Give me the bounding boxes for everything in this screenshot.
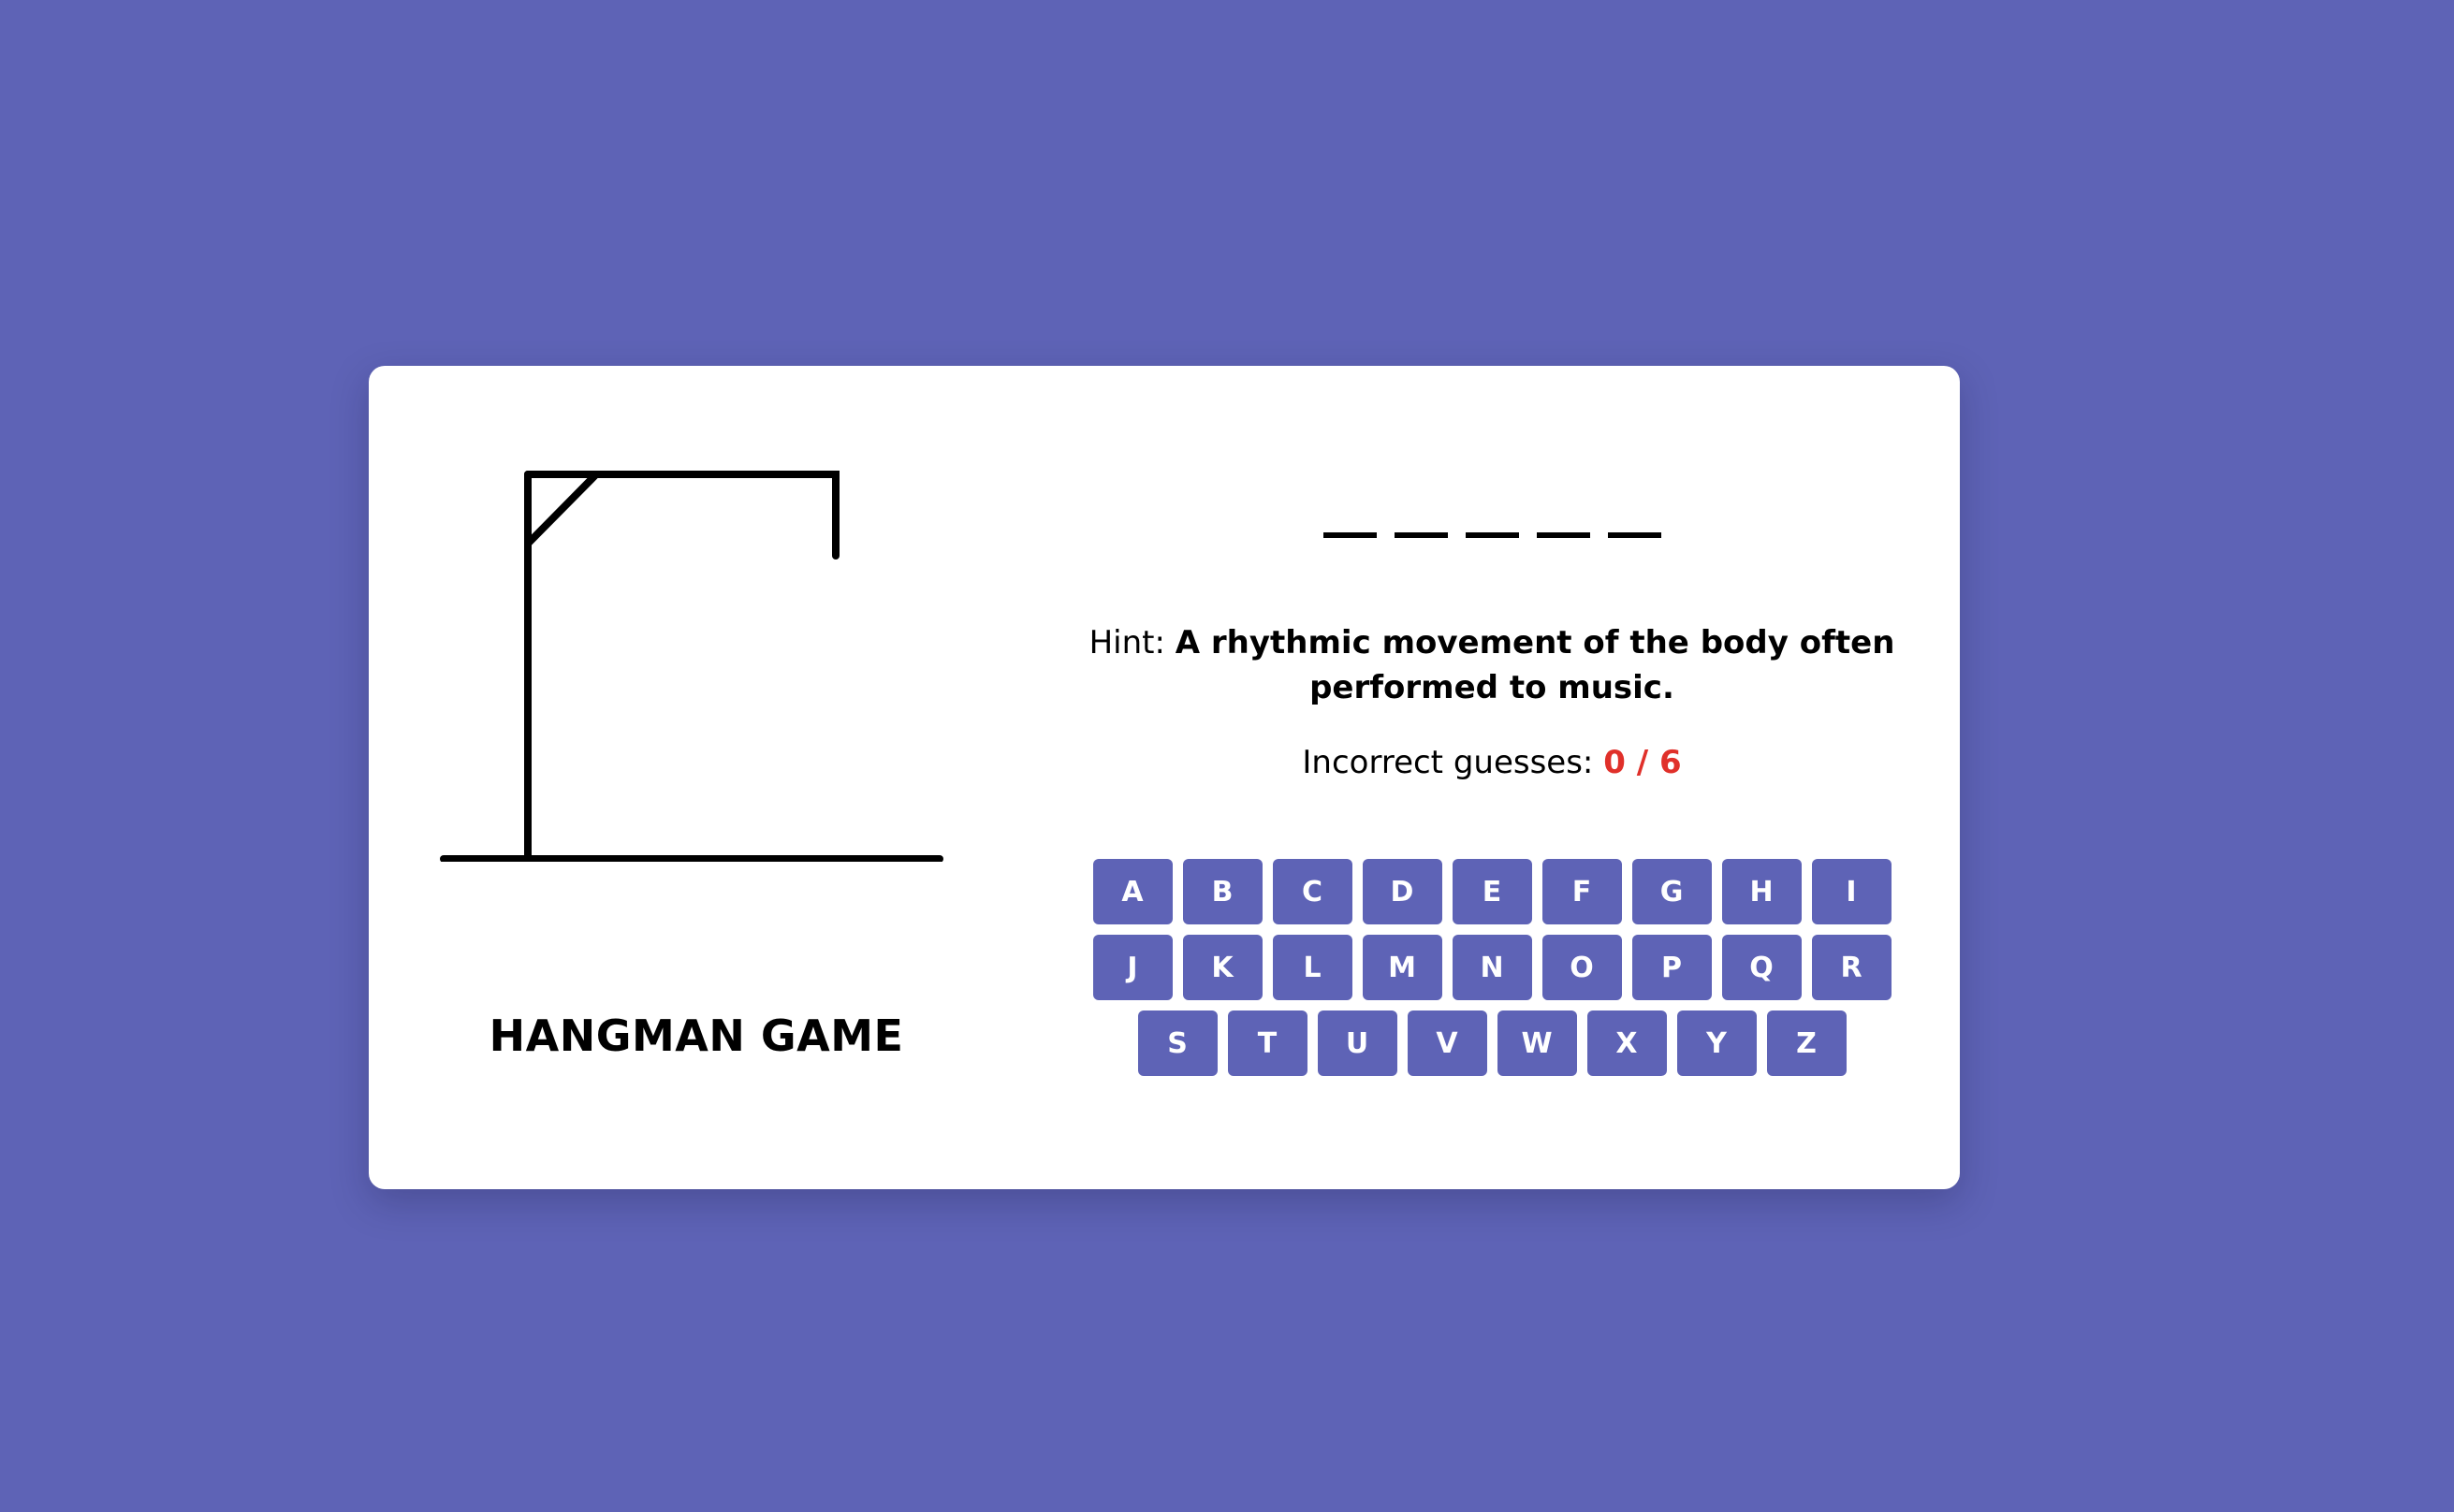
game-title: HANGMAN GAME — [489, 1010, 904, 1061]
letter-key-b[interactable]: B — [1182, 859, 1263, 924]
letter-key-z[interactable]: Z — [1766, 1010, 1847, 1076]
letter-key-h[interactable]: H — [1721, 859, 1802, 924]
letter-key-x[interactable]: X — [1586, 1010, 1667, 1076]
letter-key-t[interactable]: T — [1227, 1010, 1307, 1076]
hangman-gallows-drawing — [440, 471, 943, 862]
letter-keyboard: ABCDEFGHI JKLMNOPQR STUVWXYZ — [1080, 859, 1904, 1076]
keyboard-row: JKLMNOPQR — [1092, 935, 1892, 1000]
incorrect-guesses-count: 0 / 6 — [1603, 744, 1682, 781]
letter-key-p[interactable]: P — [1631, 935, 1712, 1000]
hint-value: A rhythmic movement of the body often pe… — [1175, 624, 1895, 706]
letter-key-v[interactable]: V — [1407, 1010, 1487, 1076]
letter-key-o[interactable]: O — [1541, 935, 1622, 1000]
letter-key-l[interactable]: L — [1272, 935, 1352, 1000]
letter-key-i[interactable]: I — [1811, 859, 1892, 924]
game-panel: Hint: A rhythmic movement of the body of… — [1080, 366, 1904, 1189]
letter-key-f[interactable]: F — [1541, 859, 1622, 924]
letter-key-j[interactable]: J — [1092, 935, 1173, 1000]
letter-key-w[interactable]: W — [1497, 1010, 1577, 1076]
game-card: HANGMAN GAME Hint: A rhythmic movement o… — [369, 366, 1960, 1189]
gallows-beam — [524, 471, 840, 560]
letter-blank — [1394, 532, 1448, 538]
letter-key-s[interactable]: S — [1137, 1010, 1218, 1076]
letter-key-a[interactable]: A — [1092, 859, 1173, 924]
letter-blank — [1465, 532, 1519, 538]
gallows-brace — [524, 471, 600, 547]
letter-key-q[interactable]: Q — [1721, 935, 1802, 1000]
hint-label: Hint: — [1088, 624, 1165, 662]
letter-key-g[interactable]: G — [1631, 859, 1712, 924]
keyboard-row: STUVWXYZ — [1137, 1010, 1847, 1076]
incorrect-guesses-label: Incorrect guesses: — [1302, 744, 1594, 781]
hint-text: Hint: A rhythmic movement of the body of… — [1080, 620, 1904, 710]
letter-key-d[interactable]: D — [1362, 859, 1442, 924]
keyboard-row: ABCDEFGHI — [1092, 859, 1892, 924]
letter-blank — [1607, 532, 1661, 538]
letter-key-y[interactable]: Y — [1676, 1010, 1757, 1076]
letter-key-k[interactable]: K — [1182, 935, 1263, 1000]
letter-key-u[interactable]: U — [1317, 1010, 1397, 1076]
word-display — [1080, 532, 1904, 538]
letter-key-n[interactable]: N — [1452, 935, 1532, 1000]
letter-blank — [1322, 532, 1377, 538]
letter-key-m[interactable]: M — [1362, 935, 1442, 1000]
letter-key-c[interactable]: C — [1272, 859, 1352, 924]
letter-key-r[interactable]: R — [1811, 935, 1892, 1000]
letter-blank — [1536, 532, 1590, 538]
incorrect-guesses: Incorrect guesses: 0 / 6 — [1080, 740, 1904, 785]
letter-key-e[interactable]: E — [1452, 859, 1532, 924]
